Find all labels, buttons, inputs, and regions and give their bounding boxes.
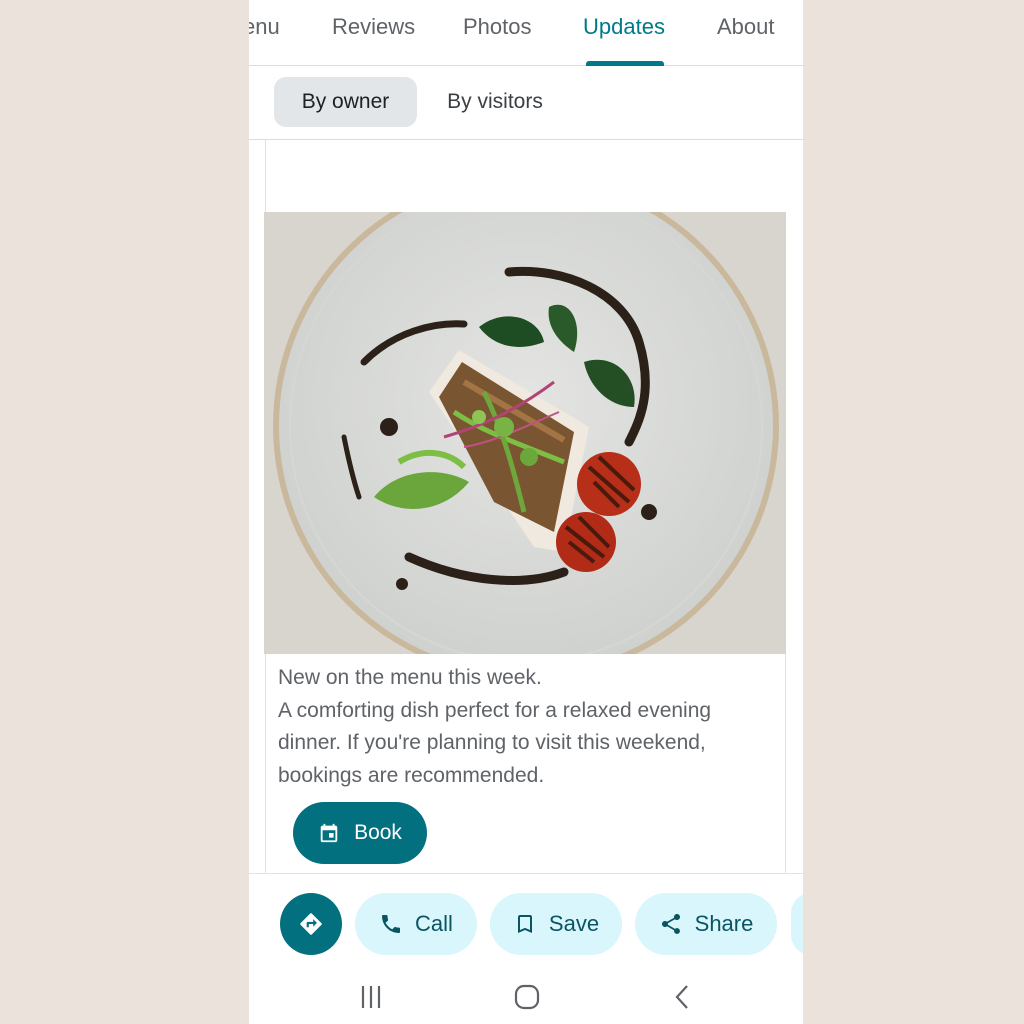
recent-apps-icon bbox=[361, 986, 381, 1008]
save-button[interactable]: Save bbox=[490, 893, 622, 955]
card-header-area bbox=[266, 140, 786, 212]
system-navigation-bar bbox=[249, 973, 803, 1024]
home-button[interactable] bbox=[509, 981, 545, 1013]
chip-by-visitors[interactable]: By visitors bbox=[429, 77, 561, 127]
directions-button[interactable] bbox=[280, 893, 342, 955]
tab-bar: enu Reviews Photos Updates About bbox=[249, 0, 803, 66]
action-bar: Call Save Share bbox=[249, 873, 803, 973]
save-label: Save bbox=[548, 911, 600, 936]
back-button[interactable] bbox=[665, 981, 701, 1013]
phone-screen: enu Reviews Photos Updates About By owne… bbox=[249, 0, 803, 1024]
calendar-icon bbox=[320, 823, 338, 843]
home-icon bbox=[514, 984, 540, 1010]
tab-photos[interactable]: Photos bbox=[463, 14, 532, 40]
phone-icon bbox=[382, 915, 401, 933]
bookmark-icon bbox=[517, 915, 532, 933]
post-photo[interactable] bbox=[264, 212, 786, 654]
tab-reviews[interactable]: Reviews bbox=[332, 14, 415, 40]
book-button[interactable]: Book bbox=[293, 802, 427, 864]
tab-updates[interactable]: Updates bbox=[583, 14, 665, 40]
call-button[interactable]: Call bbox=[355, 893, 477, 955]
chip-by-owner[interactable]: By owner bbox=[274, 77, 417, 127]
call-label: Call bbox=[415, 911, 453, 936]
recent-apps-button[interactable] bbox=[353, 981, 389, 1013]
share-label: Share bbox=[694, 911, 754, 936]
share-button[interactable]: Share bbox=[635, 893, 777, 955]
plated-fish-dish-photo bbox=[264, 212, 786, 654]
share-icon bbox=[661, 914, 680, 934]
directions-icon bbox=[300, 913, 322, 935]
post-text: New on the menu this week. A comforting … bbox=[278, 662, 778, 792]
tab-about[interactable]: About bbox=[717, 14, 775, 40]
post-body: A comforting dish perfect for a relaxed … bbox=[278, 698, 712, 787]
book-label: Book bbox=[354, 821, 402, 844]
tab-menu[interactable]: enu bbox=[249, 14, 280, 40]
back-icon bbox=[675, 985, 688, 1009]
more-action-button[interactable] bbox=[791, 893, 803, 955]
filter-chip-row: By owner By visitors bbox=[249, 66, 803, 140]
post-headline: New on the menu this week. bbox=[278, 666, 542, 689]
update-post-card: New on the menu this week. A comforting … bbox=[264, 140, 786, 880]
